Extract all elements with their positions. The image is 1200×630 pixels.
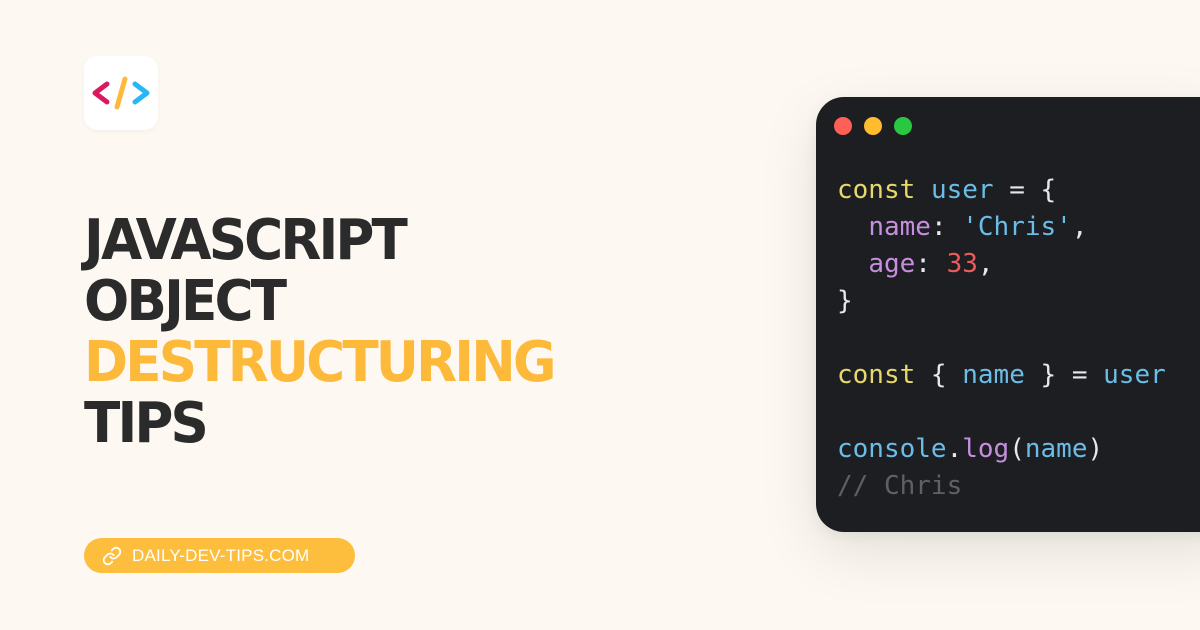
- variable: name: [962, 360, 1025, 390]
- code-text: .: [946, 434, 963, 464]
- keyword: const: [837, 360, 916, 390]
- title-line-1: JAVASCRIPT: [84, 208, 408, 273]
- maximize-dot: [894, 117, 912, 135]
- code-line-2: name: 'Chris',: [837, 212, 1087, 242]
- site-link-text: DAILY-DEV-TIPS.COM: [132, 545, 310, 565]
- code-line-1: const user = {: [837, 175, 1056, 205]
- code-brackets-icon: [92, 76, 150, 110]
- title-line-3-accent: DESTRUCTURING: [84, 330, 557, 395]
- code-text: :: [915, 249, 947, 279]
- code-line-8: console.log(name): [837, 434, 1103, 464]
- code-line-6: const { name } = user: [837, 360, 1166, 390]
- code-window: const user = { name: 'Chris', age: 33, }…: [816, 97, 1200, 532]
- site-link-button[interactable]: DAILY-DEV-TIPS.COM: [84, 538, 355, 573]
- property: age: [868, 249, 916, 279]
- code-text: (: [1009, 434, 1025, 464]
- link-icon: [102, 546, 122, 565]
- property: name: [868, 212, 931, 242]
- variable: user: [1103, 360, 1166, 390]
- close-dot: [834, 117, 852, 135]
- code-text: ,: [977, 249, 994, 279]
- argument: name: [1024, 434, 1088, 464]
- code-text: } =: [1024, 360, 1104, 390]
- code-text: = {: [993, 175, 1057, 205]
- site-logo[interactable]: [84, 56, 158, 130]
- title-line-2: OBJECT: [84, 269, 287, 334]
- code-line-3: age: 33,: [837, 249, 994, 279]
- code-block: const user = { name: 'Chris', age: 33, }…: [837, 172, 1166, 505]
- object-name: console: [837, 434, 947, 464]
- number-literal: 33: [946, 249, 978, 279]
- code-line-4: }: [837, 286, 853, 316]
- title-line-4: TIPS: [84, 391, 209, 456]
- code-text: :: [930, 212, 963, 242]
- keyword: const: [837, 175, 916, 205]
- minimize-dot: [864, 117, 882, 135]
- string-literal: 'Chris': [962, 212, 1072, 242]
- page-title: JAVASCRIPT OBJECT DESTRUCTURING TIPS: [84, 208, 557, 456]
- code-text: ,: [1071, 212, 1088, 242]
- code-text: ): [1087, 434, 1104, 464]
- variable: user: [930, 175, 994, 205]
- code-text: {: [915, 360, 963, 390]
- window-controls: [834, 117, 924, 135]
- function-name: log: [962, 434, 1010, 464]
- code-comment: // Chris: [837, 471, 963, 501]
